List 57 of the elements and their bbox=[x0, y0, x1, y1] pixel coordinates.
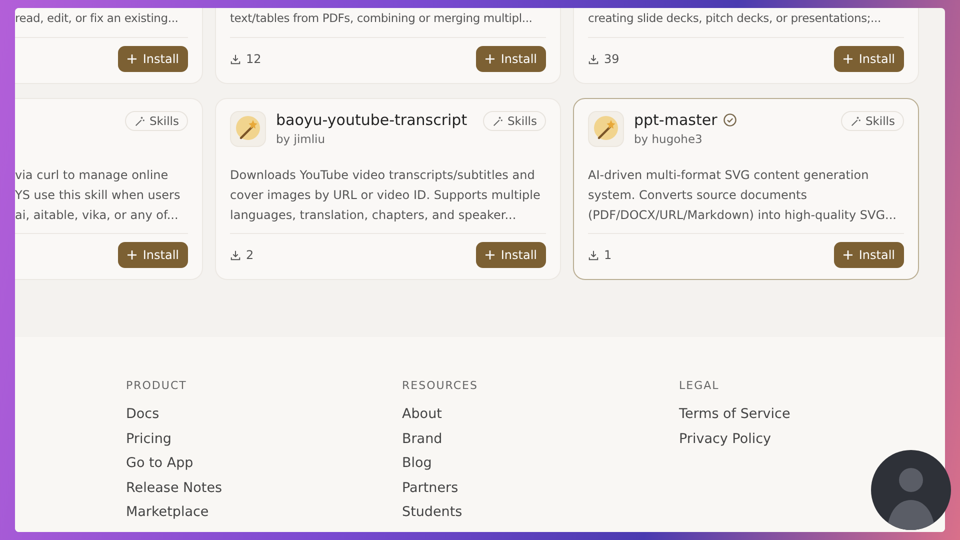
footer-link[interactable]: Go to App bbox=[126, 451, 194, 476]
skill-description: via curl to manage online bbox=[15, 167, 170, 184]
wand-icon bbox=[850, 116, 862, 126]
install-button[interactable]: Install bbox=[118, 242, 188, 268]
skill-description: text/tables from PDFs, combining or merging multipl... bbox=[230, 10, 534, 27]
footer-heading: PRODUCT bbox=[126, 379, 187, 392]
skill-author: by jimliu bbox=[276, 132, 326, 146]
magic-wand-icon bbox=[588, 111, 624, 147]
download-icon bbox=[230, 54, 241, 64]
skill-author: by hugohe3 bbox=[634, 132, 704, 146]
footer-link[interactable]: Docs bbox=[126, 402, 160, 426]
footer-link[interactable]: About bbox=[402, 402, 442, 426]
install-button[interactable]: Install bbox=[476, 242, 546, 268]
footer-heading: LEGAL bbox=[679, 379, 720, 392]
plus-icon bbox=[842, 250, 853, 260]
footer-link[interactable]: Marketplace bbox=[126, 500, 209, 524]
footer-heading: RESOURCES bbox=[402, 379, 478, 392]
footer-link[interactable]: Brand bbox=[402, 426, 442, 451]
footer-link[interactable]: Blog bbox=[402, 451, 432, 476]
skill-card[interactable]: ppt-master by hugohe3 Skills AI-driven multi-format SVG content generation system. Converts source documents (PDF/DOCX/URL/Markdown) into high-quality SVG... 1 Install bbox=[573, 98, 919, 280]
footer-link[interactable]: Partners bbox=[402, 476, 458, 500]
plus-icon bbox=[126, 250, 137, 260]
skill-description: YS use this skill when users bbox=[15, 187, 182, 204]
download-count: 2 bbox=[246, 248, 254, 262]
skill-card[interactable] bbox=[215, 98, 561, 280]
plus-icon bbox=[484, 250, 495, 260]
install-button[interactable]: Install bbox=[118, 46, 188, 72]
skill-title[interactable]: baoyu-youtube-transcript bbox=[276, 111, 468, 129]
category-badge: Skills bbox=[483, 111, 546, 131]
skill-description: creating slide decks, pitch decks, or presentations;... bbox=[588, 10, 882, 27]
magic-wand-icon bbox=[230, 111, 266, 147]
download-icon bbox=[588, 250, 599, 260]
plus-icon bbox=[484, 54, 495, 64]
skill-title[interactable]: ppt-master bbox=[634, 111, 718, 129]
download-icon bbox=[230, 250, 241, 260]
download-count: 1 bbox=[604, 248, 612, 262]
footer-link[interactable]: Students bbox=[402, 500, 462, 524]
install-button[interactable]: Install bbox=[476, 46, 546, 72]
skill-description: Downloads YouTube video transcripts/subtitles and cover images by URL or video ID. Supports multiple languages, translation, chapters, and speaker... bbox=[230, 167, 542, 224]
category-badge: Skills bbox=[125, 111, 188, 131]
category-badge: Skills bbox=[841, 111, 904, 131]
install-button[interactable]: Install bbox=[834, 46, 904, 72]
footer-link[interactable]: Release Notes bbox=[126, 476, 222, 500]
download-icon bbox=[588, 54, 599, 64]
footer-link[interactable]: Pricing bbox=[126, 426, 172, 451]
footer-link[interactable]: Privacy Policy bbox=[679, 426, 772, 451]
plus-icon bbox=[126, 54, 137, 64]
plus-icon bbox=[842, 54, 853, 64]
download-count: 12 bbox=[246, 52, 262, 66]
wand-icon bbox=[134, 116, 146, 126]
skill-description: ai, aitable, vika, or any of... bbox=[15, 207, 180, 224]
install-button[interactable]: Install bbox=[834, 242, 904, 268]
wand-icon bbox=[492, 116, 504, 126]
skill-description: AI-driven multi-format SVG content generation system. Converts source documents (PDF/DOCX/URL/Markdown) into high-quality SVG... bbox=[588, 167, 898, 224]
download-count: 39 bbox=[604, 52, 620, 66]
footer-link[interactable]: Terms of Service bbox=[679, 402, 790, 426]
skill-description: read, edit, or fix an existing... bbox=[15, 10, 180, 27]
